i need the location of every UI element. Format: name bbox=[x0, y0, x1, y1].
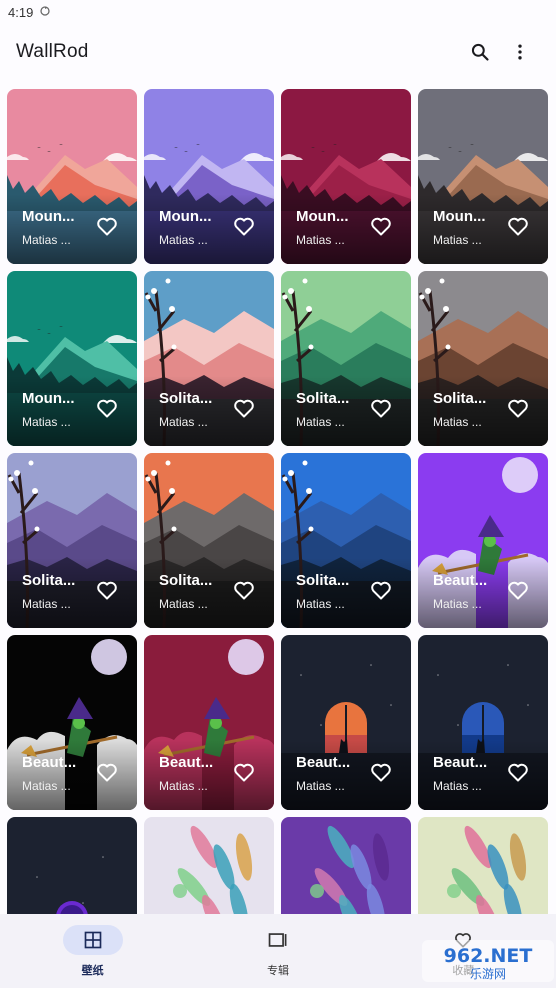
status-time: 4:19 bbox=[8, 4, 34, 20]
sync-icon bbox=[39, 5, 51, 20]
wallpaper-thumbnail bbox=[7, 817, 137, 914]
wallpaper-author: Matias ... bbox=[159, 415, 208, 429]
wallpaper-card[interactable] bbox=[418, 817, 548, 914]
nav-pill-albums bbox=[248, 925, 308, 955]
svg-text:962.NET: 962.NET bbox=[444, 945, 533, 967]
wallpaper-title: Solita... bbox=[22, 572, 76, 589]
wallpaper-title: Solita... bbox=[296, 390, 350, 407]
status-bar: 4:19 bbox=[0, 0, 556, 24]
favorite-heart-icon[interactable] bbox=[232, 396, 256, 420]
wallpaper-title: Beaut... bbox=[433, 754, 488, 771]
favorite-heart-icon[interactable] bbox=[95, 760, 119, 784]
favorite-heart-icon[interactable] bbox=[232, 214, 256, 238]
wallpaper-author: Matias ... bbox=[296, 233, 345, 247]
wallpaper-card[interactable]: Beaut... Matias ... bbox=[281, 635, 411, 810]
favorite-heart-icon[interactable] bbox=[95, 578, 119, 602]
more-vert-icon bbox=[518, 44, 522, 60]
wallpaper-author: Matias ... bbox=[296, 415, 345, 429]
wallpaper-title: Moun... bbox=[159, 208, 212, 225]
wallpaper-author: Matias ... bbox=[433, 779, 482, 793]
wallpaper-card[interactable] bbox=[7, 817, 137, 914]
favorite-heart-icon[interactable] bbox=[369, 214, 393, 238]
wallpaper-card[interactable]: Moun... Matias ... bbox=[418, 89, 548, 264]
wallpaper-title: Moun... bbox=[22, 208, 75, 225]
nav-pill-wallpapers bbox=[62, 925, 123, 955]
wallpaper-card[interactable]: Moun... Matias ... bbox=[7, 89, 137, 264]
wallpaper-author: Matias ... bbox=[433, 415, 482, 429]
wallpaper-card[interactable]: Moun... Matias ... bbox=[281, 89, 411, 264]
wallpaper-title: Solita... bbox=[296, 572, 350, 589]
favorite-heart-icon[interactable] bbox=[369, 396, 393, 420]
wallpaper-author: Matias ... bbox=[159, 779, 208, 793]
wallpaper-card[interactable]: Beaut... Matias ... bbox=[144, 635, 274, 810]
nav-item-wallpapers[interactable]: 壁纸 bbox=[0, 914, 185, 988]
wallpaper-title: Solita... bbox=[159, 390, 213, 407]
wallpaper-grid[interactable]: Moun... Matias ... Moun... Matias ... Moun..… bbox=[7, 89, 550, 914]
wallpaper-author: Matias ... bbox=[159, 597, 208, 611]
wallpaper-author: Matias ... bbox=[433, 597, 482, 611]
wallpaper-card[interactable] bbox=[144, 817, 274, 914]
wallpaper-title: Beaut... bbox=[433, 572, 488, 589]
favorite-heart-icon[interactable] bbox=[506, 578, 530, 602]
favorite-heart-icon[interactable] bbox=[506, 214, 530, 238]
nav-label-albums: 专辑 bbox=[266, 965, 289, 977]
svg-text:乐游网: 乐游网 bbox=[470, 967, 506, 981]
wallpaper-author: Matias ... bbox=[296, 597, 345, 611]
wallpaper-card[interactable]: Solita... Matias ... bbox=[418, 271, 548, 446]
wallpaper-author: Matias ... bbox=[22, 779, 71, 793]
wallpaper-title: Solita... bbox=[159, 572, 213, 589]
wallpaper-thumbnail bbox=[281, 817, 411, 914]
wallpaper-author: Matias ... bbox=[22, 597, 71, 611]
wallpaper-title: Moun... bbox=[433, 208, 486, 225]
wallpaper-author: Matias ... bbox=[296, 779, 345, 793]
wallpaper-title: Beaut... bbox=[159, 754, 214, 771]
wallpaper-card[interactable]: Beaut... Matias ... bbox=[418, 453, 548, 628]
favorite-heart-icon[interactable] bbox=[506, 760, 530, 784]
wallpaper-title: Moun... bbox=[22, 390, 75, 407]
more-options-button[interactable] bbox=[500, 32, 540, 72]
wallpaper-card[interactable]: Moun... Matias ... bbox=[7, 271, 137, 446]
favorite-heart-icon[interactable] bbox=[232, 578, 256, 602]
grid-icon bbox=[84, 931, 101, 949]
nav-item-albums[interactable]: 专辑 bbox=[185, 914, 370, 988]
wallpaper-card[interactable]: Solita... Matias ... bbox=[144, 453, 274, 628]
favorite-heart-icon[interactable] bbox=[95, 214, 119, 238]
favorite-heart-icon[interactable] bbox=[369, 760, 393, 784]
wallpaper-author: Matias ... bbox=[22, 233, 71, 247]
wallpaper-thumbnail bbox=[418, 817, 548, 914]
wallpaper-author: Matias ... bbox=[159, 233, 208, 247]
favorite-heart-icon[interactable] bbox=[506, 396, 530, 420]
search-button[interactable] bbox=[460, 32, 500, 72]
wallpaper-card[interactable]: Beaut... Matias ... bbox=[418, 635, 548, 810]
wallpaper-title: Solita... bbox=[433, 390, 487, 407]
wallpaper-card[interactable] bbox=[281, 817, 411, 914]
wallpaper-card[interactable]: Solita... Matias ... bbox=[281, 271, 411, 446]
wallpaper-title: Beaut... bbox=[296, 754, 351, 771]
app-title: WallRod bbox=[16, 41, 89, 62]
wallpaper-thumbnail bbox=[144, 817, 274, 914]
wallpaper-author: Matias ... bbox=[433, 233, 482, 247]
favorite-heart-icon[interactable] bbox=[232, 760, 256, 784]
wallpaper-title: Moun... bbox=[296, 208, 349, 225]
album-icon bbox=[268, 933, 287, 947]
search-icon bbox=[471, 43, 489, 61]
wallpaper-card[interactable]: Solita... Matias ... bbox=[281, 453, 411, 628]
watermark-logo: 962.NET 乐游网 bbox=[422, 938, 554, 984]
nav-label-wallpapers: 壁纸 bbox=[81, 965, 104, 977]
wallpaper-author: Matias ... bbox=[22, 415, 71, 429]
wallpaper-card[interactable]: Solita... Matias ... bbox=[144, 271, 274, 446]
app-bar: WallRod bbox=[0, 24, 556, 80]
wallpaper-card[interactable]: Solita... Matias ... bbox=[7, 453, 137, 628]
favorite-heart-icon[interactable] bbox=[369, 578, 393, 602]
wallpaper-card[interactable]: Moun... Matias ... bbox=[144, 89, 274, 264]
wallpaper-title: Beaut... bbox=[22, 754, 77, 771]
wallpaper-card[interactable]: Beaut... Matias ... bbox=[7, 635, 137, 810]
favorite-heart-icon[interactable] bbox=[95, 396, 119, 420]
